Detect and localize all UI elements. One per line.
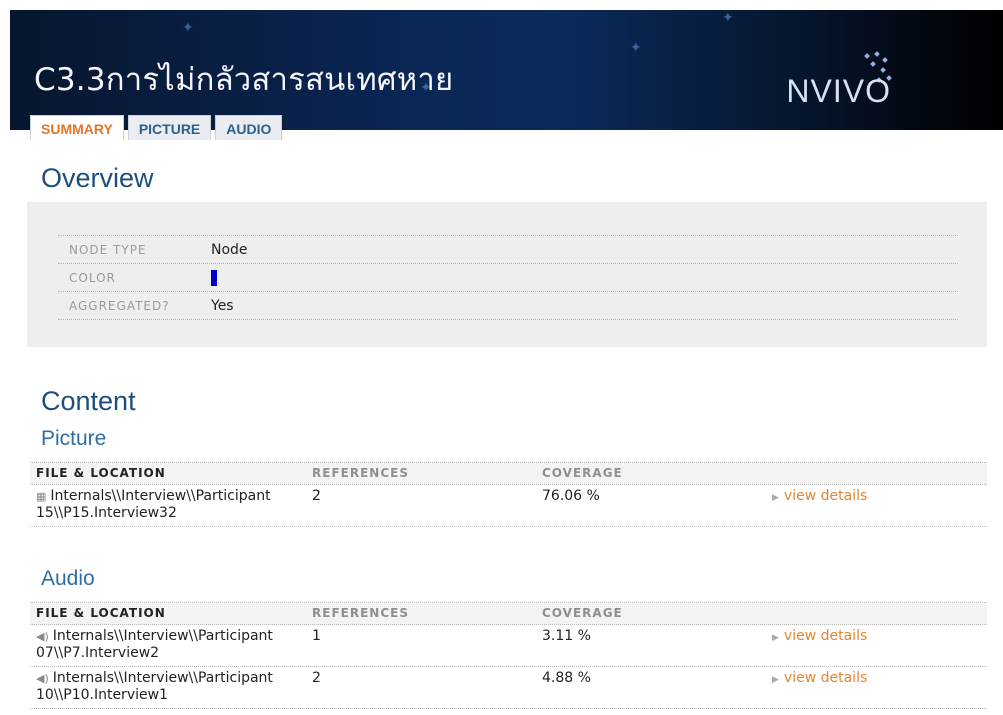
view-details-link[interactable]: ▶ view details <box>772 670 867 689</box>
nvivo-logo: NVIVO <box>786 73 891 109</box>
view-details-label: view details <box>783 488 868 504</box>
audio-section-heading: Audio <box>41 567 95 590</box>
table-row: ◀) Internals\\Interview\\Participant 10\\… <box>30 667 987 709</box>
references-cell: 2 <box>312 670 321 686</box>
file-location-cell: ◀) Internals\\Interview\\Participant 07\\… <box>30 628 312 662</box>
file-path-line2: 07\\P7.Interview2 <box>36 645 160 661</box>
decorative-star-icon: ✦ <box>722 10 734 26</box>
content-heading: Content <box>41 386 136 416</box>
coverage-cell: 4.88 % <box>542 670 591 686</box>
tab-picture[interactable]: PICTURE <box>127 115 212 140</box>
file-path-line2: 10\\P10.Interview1 <box>36 687 168 703</box>
tab-audio[interactable]: AUDIO <box>215 115 283 140</box>
tab-summary[interactable]: SUMMARY <box>30 115 124 140</box>
file-path-line1: Internals\\Interview\\Participant <box>52 670 273 686</box>
overview-table: NODE TYPE Node COLOR AGGREGATED? Yes <box>58 235 958 320</box>
overview-value: Yes <box>211 297 234 314</box>
overview-value: Node <box>211 241 248 258</box>
overview-row-color: COLOR <box>58 264 958 292</box>
view-details-label: view details <box>783 628 868 644</box>
decorative-star-icon: ✦ <box>182 20 194 36</box>
table-header: FILE & LOCATION REFERENCES COVERAGE <box>30 602 987 625</box>
column-header-references: REFERENCES <box>312 466 409 480</box>
overview-heading: Overview <box>41 163 154 193</box>
view-details-link[interactable]: ▶ view details <box>772 628 867 647</box>
column-header-coverage: COVERAGE <box>542 466 623 480</box>
table-header: FILE & LOCATION REFERENCES COVERAGE <box>30 462 987 485</box>
overview-label: AGGREGATED? <box>69 298 170 313</box>
file-path-line2: 15\\P15.Interview32 <box>36 505 177 521</box>
overview-row-node-type: NODE TYPE Node <box>58 235 958 264</box>
table-row: ▦ Internals\\Interview\\Participant 15\\P… <box>30 485 987 527</box>
overview-label: COLOR <box>69 270 116 285</box>
file-path-line1: Internals\\Interview\\Participant <box>50 488 271 504</box>
tab-bar: SUMMARY PICTURE AUDIO <box>30 112 286 140</box>
column-header-file: FILE & LOCATION <box>36 606 166 620</box>
column-header-references: REFERENCES <box>312 606 409 620</box>
page-top-margin <box>0 0 1003 10</box>
file-path-line1: Internals\\Interview\\Participant <box>52 628 273 644</box>
column-header-coverage: COVERAGE <box>542 606 623 620</box>
audio-file-icon: ◀) <box>36 630 49 643</box>
decorative-star-icon: ✦ <box>630 40 642 56</box>
references-cell: 2 <box>312 488 321 504</box>
overview-row-aggregated: AGGREGATED? Yes <box>58 292 958 320</box>
file-location-cell: ◀) Internals\\Interview\\Participant 10\\… <box>30 670 312 704</box>
arrow-right-icon: ▶ <box>772 633 779 643</box>
arrow-right-icon: ▶ <box>772 493 779 503</box>
file-location-cell: ▦ Internals\\Interview\\Participant 15\\P… <box>30 488 312 522</box>
audio-table: FILE & LOCATION REFERENCES COVERAGE ◀) In… <box>30 602 987 709</box>
picture-file-icon: ▦ <box>36 490 47 503</box>
column-header-file: FILE & LOCATION <box>36 466 166 480</box>
picture-table: FILE & LOCATION REFERENCES COVERAGE ▦ Int… <box>30 462 987 527</box>
view-details-link[interactable]: ▶ view details <box>772 488 867 507</box>
view-details-label: view details <box>783 670 868 686</box>
picture-section-heading: Picture <box>41 427 107 450</box>
audio-file-icon: ◀) <box>36 672 49 685</box>
color-swatch <box>211 269 217 286</box>
arrow-right-icon: ▶ <box>772 675 779 685</box>
table-row: ◀) Internals\\Interview\\Participant 07\\… <box>30 625 987 667</box>
page-title: C3.3การไม่กลัวสารสนเทศหาย <box>34 62 454 98</box>
references-cell: 1 <box>312 628 321 644</box>
coverage-cell: 3.11 % <box>542 628 591 644</box>
coverage-cell: 76.06 % <box>542 488 600 504</box>
overview-label: NODE TYPE <box>69 242 147 257</box>
